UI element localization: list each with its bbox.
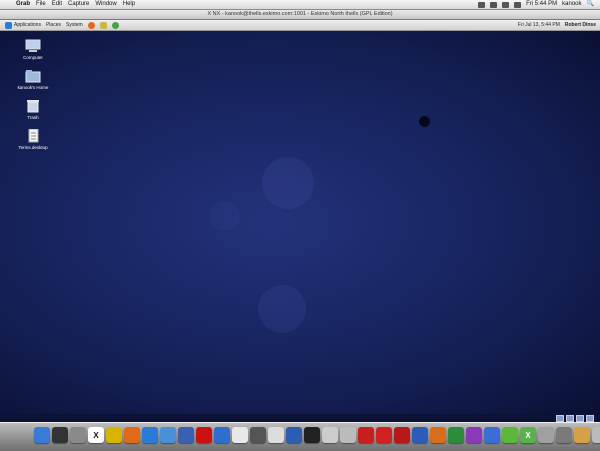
battery-icon[interactable] <box>514 1 522 8</box>
wallpaper-bubble <box>210 201 240 231</box>
help-launcher-icon <box>111 21 119 29</box>
blue-app-icon[interactable] <box>412 427 428 443</box>
search-icon[interactable] <box>268 427 284 443</box>
pointer-cursor <box>419 116 430 127</box>
computer-icon <box>25 39 41 53</box>
ical-icon[interactable] <box>232 427 248 443</box>
folder-icon[interactable] <box>574 427 590 443</box>
applications-icon <box>5 21 12 29</box>
terminal-icon[interactable] <box>304 427 320 443</box>
workspace-4[interactable] <box>586 415 594 422</box>
document-icon <box>25 128 41 143</box>
tool-icon[interactable] <box>340 427 356 443</box>
desktop-icon-home[interactable]: kanook's Home <box>10 69 56 90</box>
wallpaper-bubble <box>262 157 314 209</box>
bluetooth-icon[interactable] <box>478 1 486 8</box>
network-icon[interactable] <box>484 427 500 443</box>
ring-app-icon[interactable] <box>106 427 122 443</box>
x11-terminal-icon[interactable]: X <box>520 427 536 443</box>
desktop-icon-document[interactable]: Terms.desktop <box>10 128 56 150</box>
safari-icon[interactable] <box>142 427 158 443</box>
menu-app-name[interactable]: Grab <box>16 0 30 9</box>
panel-menu-places[interactable]: Places <box>46 20 61 30</box>
desktop-icon-label: Trash <box>27 115 39 120</box>
panel-launcher-firefox[interactable] <box>87 21 95 29</box>
red-app-2-icon[interactable] <box>376 427 392 443</box>
red-app-icon[interactable] <box>358 427 374 443</box>
wallpaper-bubble <box>258 285 306 333</box>
gnome-top-panel: Applications Places System Fri Jul 13, 5… <box>0 20 600 31</box>
menu-window[interactable]: Window <box>95 0 116 9</box>
downloads-icon[interactable] <box>592 427 600 443</box>
spotlight-icon[interactable]: 🔍 <box>587 0 594 9</box>
window-title: X NX - kanook@thells.eskimo.com:1001 - E… <box>207 11 393 17</box>
menubar-clock[interactable]: Fri 5:44 PM <box>526 0 557 9</box>
menubar-status-area: Fri 5:44 PM kanook 🔍 <box>478 0 600 9</box>
volume-icon[interactable] <box>502 1 510 8</box>
panel-launcher-mail[interactable] <box>99 21 107 29</box>
dock-items: XX <box>34 427 600 443</box>
panel-menu-applications[interactable]: Applications <box>5 20 41 30</box>
desktop-icon-label: Computer <box>23 55 43 60</box>
red-app-3-icon[interactable] <box>394 427 410 443</box>
applications-label: Applications <box>14 22 41 28</box>
panel-clock[interactable]: Fri Jul 13, 5:44 PM <box>518 20 560 30</box>
host-menu-bar: Grab File Edit Capture Window Help Fri 5… <box>0 0 600 10</box>
thunderbird-icon[interactable] <box>178 427 194 443</box>
firefox-icon[interactable] <box>124 427 140 443</box>
menu-edit[interactable]: Edit <box>52 0 62 9</box>
firefox-launcher-icon <box>87 21 95 29</box>
mail-launcher-icon <box>99 21 107 29</box>
purple-app-icon[interactable] <box>466 427 482 443</box>
dashboard-icon[interactable] <box>52 427 68 443</box>
stack-icon[interactable] <box>556 427 572 443</box>
preview-icon[interactable] <box>250 427 266 443</box>
workspace-switcher[interactable] <box>556 415 594 422</box>
system-prefs-icon[interactable] <box>70 427 86 443</box>
desktop-icon-label: kanook's Home <box>17 85 49 90</box>
desktop-icon-trash[interactable]: Trash <box>10 99 56 120</box>
opera-icon[interactable] <box>196 427 212 443</box>
menu-file[interactable]: File <box>36 0 46 9</box>
grab-icon[interactable] <box>322 427 338 443</box>
x11-icon[interactable]: X <box>88 427 104 443</box>
desktop-icon-computer[interactable]: Computer <box>10 39 56 60</box>
itunes-icon[interactable] <box>214 427 230 443</box>
menu-help[interactable]: Help <box>123 0 135 9</box>
workspace-3[interactable] <box>576 415 584 422</box>
panel-user[interactable]: Robert Dinse <box>565 20 596 30</box>
mac-dock: XX <box>0 422 600 451</box>
workspace-2[interactable] <box>566 415 574 422</box>
gray-app-icon[interactable] <box>538 427 554 443</box>
mail-icon[interactable] <box>160 427 176 443</box>
green-app-icon[interactable] <box>502 427 518 443</box>
globe-icon[interactable] <box>448 427 464 443</box>
grid-icon[interactable] <box>286 427 302 443</box>
paint-icon[interactable] <box>430 427 446 443</box>
trash-icon <box>25 99 41 113</box>
gnome-bottom-panel <box>0 414 600 422</box>
home-folder-icon <box>25 69 41 83</box>
finder-icon[interactable] <box>34 427 50 443</box>
desktop-icon-label: Terms.desktop <box>18 145 48 150</box>
panel-status-area: Fri Jul 13, 5:44 PM Robert Dinse <box>518 20 600 30</box>
desktop-background[interactable]: Computer kanook's Home Trash Terms.deskt… <box>0 31 600 414</box>
window-title-bar: X NX - kanook@thells.eskimo.com:1001 - E… <box>0 10 600 20</box>
workspace-1[interactable] <box>556 415 564 422</box>
menu-capture[interactable]: Capture <box>68 0 89 9</box>
panel-menu-system[interactable]: System <box>66 20 83 30</box>
menubar-user[interactable]: kanook <box>562 0 581 9</box>
wifi-icon[interactable] <box>490 1 498 8</box>
panel-launcher-help[interactable] <box>111 21 119 29</box>
